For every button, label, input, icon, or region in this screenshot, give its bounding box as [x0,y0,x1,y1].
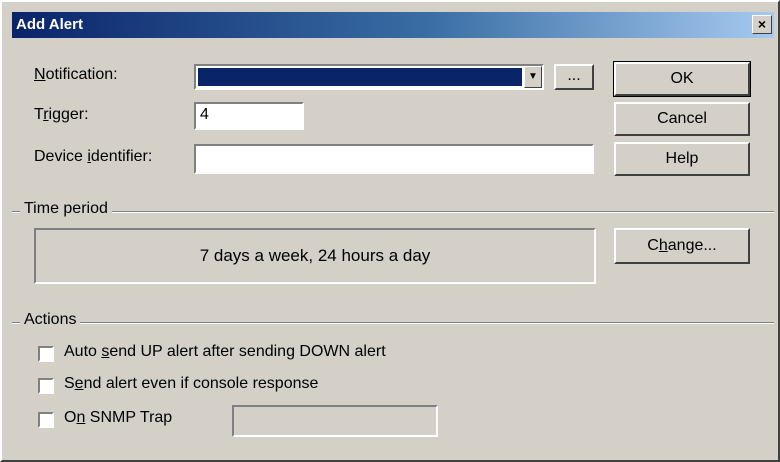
device-identifier-input[interactable] [194,144,594,174]
close-icon[interactable]: × [752,15,772,34]
trigger-input[interactable]: 4 [194,102,304,130]
notification-dropdown[interactable]: ▼ [194,64,544,90]
title-bar[interactable]: Add Alert × [12,12,774,38]
time-period-summary: 7 days a week, 24 hours a day [34,228,596,284]
time-period-divider [12,211,774,213]
send-even-if-console-label: Send alert even if console response [64,375,319,392]
notification-label: Notification: [34,66,118,83]
change-button[interactable]: Change... [614,228,750,264]
snmp-trap-label: On SNMP Trap [64,409,173,426]
auto-send-up-label: Auto send UP alert after sending DOWN al… [64,343,386,360]
actions-label: Actions [20,311,81,329]
send-even-if-console-checkbox[interactable] [38,378,54,394]
trigger-label: Trigger: [34,106,89,123]
ok-button[interactable]: OK [613,61,751,97]
time-period-label: Time period [20,200,112,218]
notification-selected-value [198,68,522,86]
help-button[interactable]: Help [614,142,750,176]
snmp-trap-checkbox[interactable] [38,412,54,428]
device-identifier-label: Device identifier: [34,148,153,165]
add-alert-dialog: Add Alert × Notification: ▼ ... Trigger:… [0,0,780,462]
snmp-trap-input[interactable] [232,405,438,437]
auto-send-up-checkbox[interactable] [38,346,54,362]
browse-notification-button[interactable]: ... [554,64,594,90]
dialog-title: Add Alert [16,16,83,33]
actions-divider [12,322,774,324]
cancel-button[interactable]: Cancel [614,102,750,136]
chevron-down-icon[interactable]: ▼ [524,66,542,88]
